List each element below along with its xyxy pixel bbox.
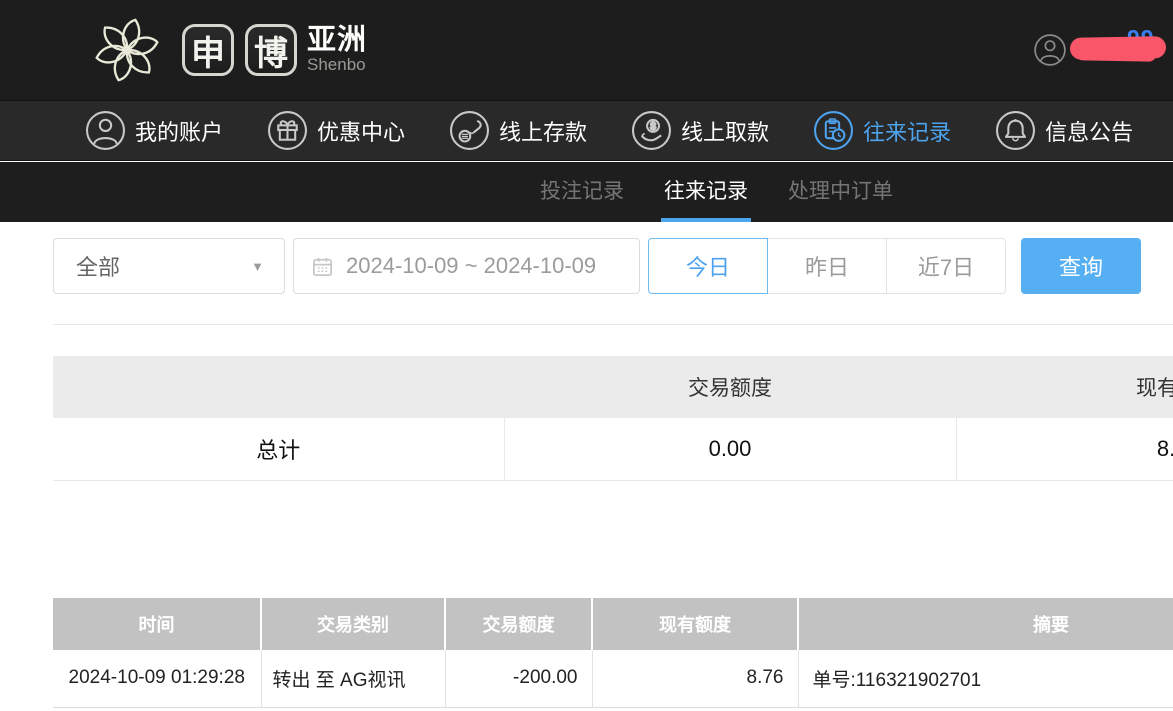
nav-item-announcements[interactable]: 信息公告 (995, 110, 1133, 151)
user-icon (85, 110, 126, 151)
withdraw-hand-coin-icon: $ (631, 110, 672, 151)
summary-total-label: 总计 (53, 418, 504, 480)
records-header-balance: 现有额度 (592, 598, 798, 650)
summary-total-row: 总计 0.00 8.76 (53, 418, 1173, 480)
record-balance: 8.76 (592, 650, 798, 707)
query-button[interactable]: 查询 (1021, 238, 1141, 294)
summary-header-current-balance: 现有额度 (956, 356, 1173, 418)
chevron-down-icon: ▼ (251, 259, 264, 274)
summary-transaction-amount: 0.00 (504, 418, 956, 480)
records-header-time: 时间 (53, 598, 261, 650)
quick-range-group: 今日 昨日 近7日 (648, 238, 1006, 294)
record-amount: -200.00 (445, 650, 592, 707)
summary-table: 交易额度 现有额度 总计 0.00 8.76 (53, 356, 1173, 481)
nav-label: 往来记录 (863, 115, 951, 147)
main-nav: 我的账户 优惠中心 线上存款 $ 线上取款 (0, 100, 1173, 161)
section-divider (53, 324, 1173, 325)
brand-flower-icon (83, 6, 171, 94)
summary-current-balance: 8.76 (956, 418, 1173, 480)
transaction-type-select[interactable]: 全部 ▼ (53, 238, 285, 294)
calendar-icon (311, 255, 334, 278)
tab-processing-orders[interactable]: 处理中订单 (785, 162, 896, 222)
tab-transaction-records[interactable]: 往来记录 (661, 162, 751, 222)
nav-label: 我的账户 (135, 115, 223, 147)
records-header-summary: 摘要 (798, 598, 1173, 650)
bell-icon (995, 110, 1036, 151)
sub-nav: 投注记录 往来记录 处理中订单 (0, 162, 1173, 222)
nav-item-withdraw[interactable]: $ 线上取款 (631, 110, 769, 151)
nav-label: 线上存款 (499, 115, 587, 147)
records-header-type: 交易类别 (261, 598, 445, 650)
brand-char-box-1: 申 (182, 24, 234, 76)
brand-char-1: 申 (191, 26, 225, 75)
type-select-value: 全部 (76, 250, 120, 282)
brand-region-text: 亚洲 (307, 25, 367, 55)
quick-range-last7days[interactable]: 近7日 (886, 238, 1006, 294)
deposit-hand-coin-icon (449, 110, 490, 151)
brand-char-2: 博 (254, 26, 288, 75)
nav-item-transaction-records[interactable]: 往来记录 (813, 110, 951, 151)
nav-item-my-account[interactable]: 我的账户 (85, 110, 223, 151)
svg-text:$: $ (650, 121, 656, 132)
table-row: 2024-10-09 01:29:28 转出 至 AG视讯 -200.00 8.… (53, 650, 1173, 707)
nav-label: 信息公告 (1045, 115, 1133, 147)
summary-header-transaction-amount: 交易额度 (504, 356, 956, 418)
records-header-row: 时间 交易类别 交易额度 现有额度 摘要 (53, 598, 1173, 650)
tab-betting-records[interactable]: 投注记录 (537, 162, 627, 222)
brand-char-box-2: 博 (245, 24, 297, 76)
summary-header-blank (53, 356, 504, 418)
quick-range-yesterday[interactable]: 昨日 (767, 238, 887, 294)
topbar: 申 博 亚洲 Shenbo 99 (0, 0, 1173, 100)
brand-logo[interactable]: 申 博 亚洲 Shenbo (83, 0, 367, 100)
nav-label: 优惠中心 (317, 115, 405, 147)
nav-item-deposit[interactable]: 线上存款 (449, 110, 587, 151)
record-time: 2024-10-09 01:29:28 (53, 650, 261, 707)
page: 申 博 亚洲 Shenbo 99 我的账户 (0, 0, 1173, 711)
redaction-scribble-lower (1076, 46, 1156, 61)
date-range-input[interactable]: 2024-10-09 ~ 2024-10-09 (293, 238, 640, 294)
summary-header-row: 交易额度 现有额度 (53, 356, 1173, 418)
records-table: 时间 交易类别 交易额度 现有额度 摘要 2024-10-09 01:29:28… (53, 598, 1173, 708)
record-summary: 单号:116321902701 (798, 650, 1173, 707)
records-header-amount: 交易额度 (445, 598, 592, 650)
record-type: 转出 至 AG视讯 (261, 650, 445, 707)
quick-range-today[interactable]: 今日 (648, 238, 768, 294)
nav-label: 线上取款 (681, 115, 769, 147)
date-range-value: 2024-10-09 ~ 2024-10-09 (346, 253, 596, 279)
account-avatar-icon[interactable] (1033, 33, 1067, 67)
nav-item-promotions[interactable]: 优惠中心 (267, 110, 405, 151)
records-clipboard-clock-icon (813, 110, 854, 151)
gift-icon (267, 110, 308, 151)
brand-subtitle-text: Shenbo (307, 55, 367, 75)
